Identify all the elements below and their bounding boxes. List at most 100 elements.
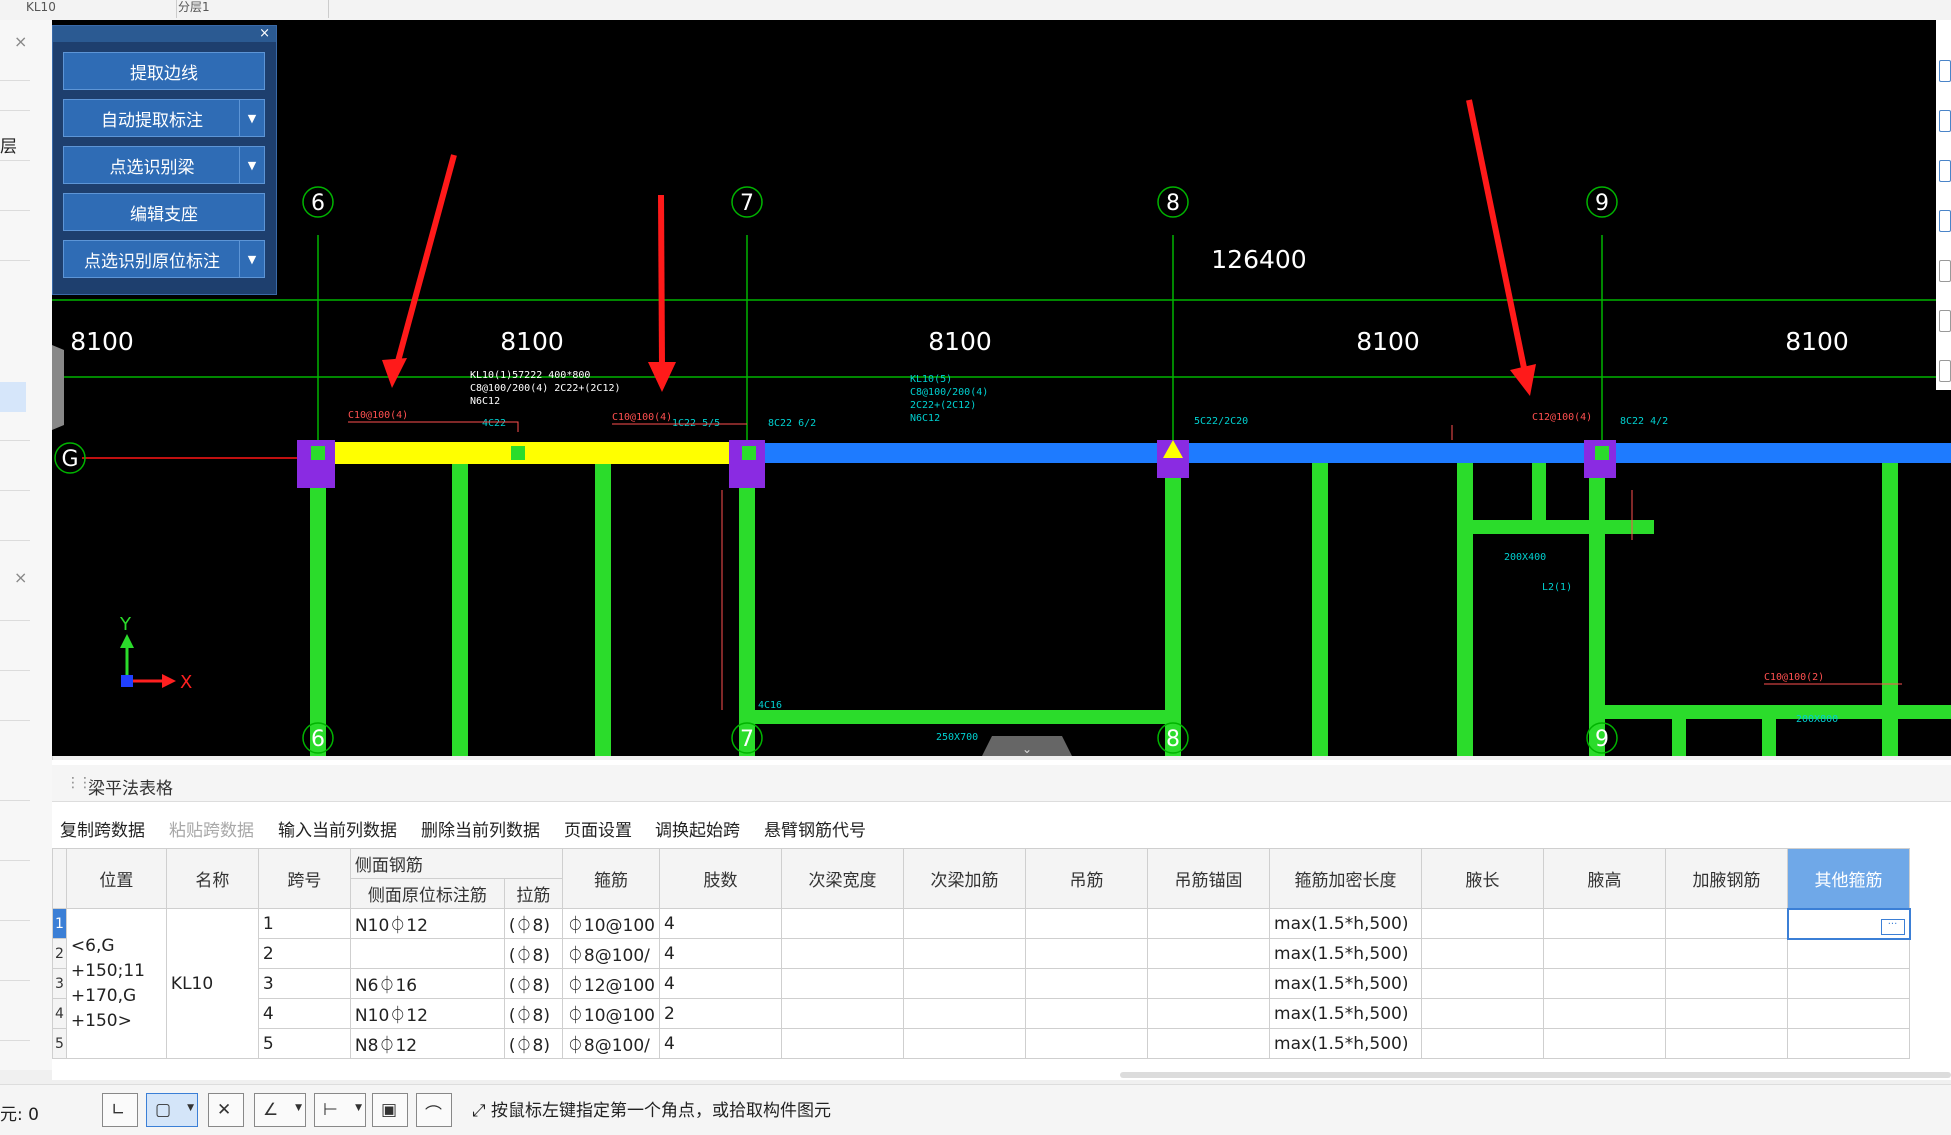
cell-empty[interactable] [1665, 938, 1789, 969]
cell-empty[interactable] [781, 968, 905, 999]
cell-tie[interactable]: (⏀8) [503, 968, 563, 999]
pick-recognize-beam-button[interactable]: 点选识别梁 ▼ [63, 146, 265, 184]
cell-dense-length[interactable]: max(1.5*h,500) [1269, 908, 1423, 939]
page-setup-button[interactable]: 页面设置 [564, 816, 632, 841]
panel-header[interactable]: × [53, 26, 276, 42]
col-header-span[interactable]: 跨号 [257, 848, 351, 909]
cell-empty[interactable] [903, 998, 1027, 1029]
close-icon[interactable]: × [14, 32, 27, 51]
col-header-legs[interactable]: 肢数 [659, 848, 783, 909]
collapse-handle[interactable] [52, 345, 64, 430]
cell-dense-length[interactable]: max(1.5*h,500) [1269, 968, 1423, 999]
cell-side-in-situ[interactable]: N6⏀16 [349, 968, 505, 999]
offset-button[interactable]: ⊢ ▼ [314, 1093, 366, 1127]
cell-empty[interactable] [1025, 908, 1149, 939]
row-number[interactable]: 2 [52, 938, 67, 969]
cell-legs[interactable]: 4 [659, 908, 783, 939]
swap-start-span-button[interactable]: 调换起始跨 [655, 816, 740, 841]
cell-empty[interactable] [1421, 908, 1545, 939]
cell-empty[interactable] [1147, 1028, 1271, 1059]
cell-empty[interactable] [1665, 968, 1789, 999]
chevron-down-icon[interactable]: ▼ [239, 241, 264, 277]
cell-legs[interactable]: 4 [659, 968, 783, 999]
cell-empty[interactable] [1421, 1028, 1545, 1059]
cell-side-in-situ[interactable] [349, 938, 505, 969]
cell-empty[interactable] [1025, 938, 1149, 969]
cell-empty[interactable] [903, 1028, 1027, 1059]
col-header-side-in-situ[interactable]: 侧面原位标注筋 [349, 878, 505, 909]
cell-tie[interactable]: (⏀8) [503, 908, 563, 939]
cell-empty[interactable] [1421, 968, 1545, 999]
extract-edge-button[interactable]: 提取边线 [63, 52, 265, 90]
cell-empty[interactable] [1787, 998, 1911, 1029]
dock-icon[interactable] [1939, 60, 1951, 82]
horizontal-scrollbar[interactable] [1120, 1072, 1951, 1078]
rectangle-select-button[interactable]: ▢ ▼ [146, 1093, 198, 1127]
cell-dense-length[interactable]: max(1.5*h,500) [1269, 938, 1423, 969]
cell-empty[interactable] [781, 908, 905, 939]
cell-span[interactable]: 5 [257, 1028, 351, 1059]
cell-empty[interactable] [1665, 998, 1789, 1029]
close-icon[interactable]: × [259, 26, 270, 41]
cantilever-rebar-code-button[interactable]: 悬臂钢筋代号 [764, 816, 866, 841]
cell-empty[interactable] [1147, 908, 1271, 939]
dock-icon[interactable] [1939, 210, 1951, 232]
cell-empty[interactable] [1421, 998, 1545, 1029]
cell-empty[interactable] [1543, 908, 1667, 939]
cell-empty[interactable] [1787, 968, 1911, 999]
col-header-haunch-length[interactable]: 腋长 [1421, 848, 1545, 909]
cell-stirrup[interactable]: ⏀8@100/ [561, 1028, 661, 1059]
input-column-data-button[interactable]: 输入当前列数据 [278, 816, 397, 841]
cell-stirrup[interactable]: ⏀8@100/ [561, 938, 661, 969]
table-row[interactable]: 4 4 N10⏀12 (⏀8) ⏀10@100 2 max(1.5*h,500) [52, 998, 1911, 1029]
cell-empty[interactable] [781, 998, 905, 1029]
col-header-other-stirrup[interactable]: 其他箍筋 [1787, 848, 1911, 909]
cell-legs[interactable]: 4 [659, 938, 783, 969]
more-options-icon[interactable]: ··· [1880, 919, 1905, 935]
drawing-canvas[interactable]: 6 7 8 9 6 7 8 9 G 126400 8100 8100 8100 … [52, 20, 1951, 756]
cell-span[interactable]: 3 [257, 968, 351, 999]
cell-side-in-situ[interactable]: N8⏀12 [349, 1028, 505, 1059]
cad-viewport[interactable]: 6 7 8 9 6 7 8 9 G 126400 8100 8100 8100 … [52, 20, 1951, 756]
cell-dense-length[interactable]: max(1.5*h,500) [1269, 998, 1423, 1029]
display-button[interactable]: ▣ [372, 1093, 408, 1127]
col-header-side-rebar[interactable]: 侧面钢筋 [349, 848, 563, 879]
cell-stirrup[interactable]: ⏀10@100 [561, 908, 661, 939]
layer-selector[interactable]: 分层1 [172, 0, 329, 18]
cell-span[interactable]: 4 [257, 998, 351, 1029]
close-icon[interactable]: × [14, 568, 27, 587]
cell-empty[interactable] [1025, 998, 1149, 1029]
pick-recognize-in-situ-label-button[interactable]: 点选识别原位标注 ▼ [63, 240, 265, 278]
cell-empty[interactable] [1147, 968, 1271, 999]
cell-empty[interactable] [1147, 938, 1271, 969]
dock-icon[interactable] [1939, 160, 1951, 182]
cell-empty[interactable] [1543, 998, 1667, 1029]
cell-dense-length[interactable]: max(1.5*h,500) [1269, 1028, 1423, 1059]
col-header-haunch-rebar[interactable]: 加腋钢筋 [1665, 848, 1789, 909]
cell-empty[interactable] [1665, 908, 1789, 939]
cell-stirrup[interactable]: ⏀12@100 [561, 968, 661, 999]
table-row[interactable]: 2 2 (⏀8) ⏀8@100/ 4 max(1.5*h,500) [52, 938, 1911, 969]
edit-support-button[interactable]: 编辑支座 [63, 193, 265, 231]
col-header-name[interactable]: 名称 [165, 848, 259, 909]
cell-empty[interactable] [1665, 1028, 1789, 1059]
angle-button[interactable]: ∠ ▼ [254, 1093, 306, 1127]
selected-dock-item[interactable] [0, 382, 26, 412]
cell-empty[interactable] [1787, 1028, 1911, 1059]
cell-empty[interactable] [903, 938, 1027, 969]
table-row[interactable]: 1 <6,G +150;11 +170,G +150> KL10 1 N10⏀1… [52, 907, 1911, 1059]
chevron-down-icon[interactable]: ▼ [239, 147, 264, 183]
row-number[interactable]: 4 [52, 998, 67, 1029]
dock-icon[interactable] [1939, 260, 1951, 282]
delete-column-data-button[interactable]: 删除当前列数据 [421, 816, 540, 841]
copy-span-data-button[interactable]: 复制跨数据 [60, 816, 145, 841]
orthogonal-snap-button[interactable]: ∟ [102, 1093, 138, 1127]
chevron-down-icon[interactable]: ▼ [239, 100, 264, 136]
col-header-dense-length[interactable]: 箍筋加密长度 [1269, 848, 1423, 909]
cell-empty[interactable] [1543, 968, 1667, 999]
dock-icon[interactable] [1939, 110, 1951, 132]
row-number[interactable]: 1 [52, 908, 67, 939]
cell-empty[interactable] [1025, 1028, 1149, 1059]
cell-name[interactable]: KL10 [165, 908, 259, 1059]
cell-other-stirrup-editing[interactable]: ··· [1786, 907, 1911, 940]
